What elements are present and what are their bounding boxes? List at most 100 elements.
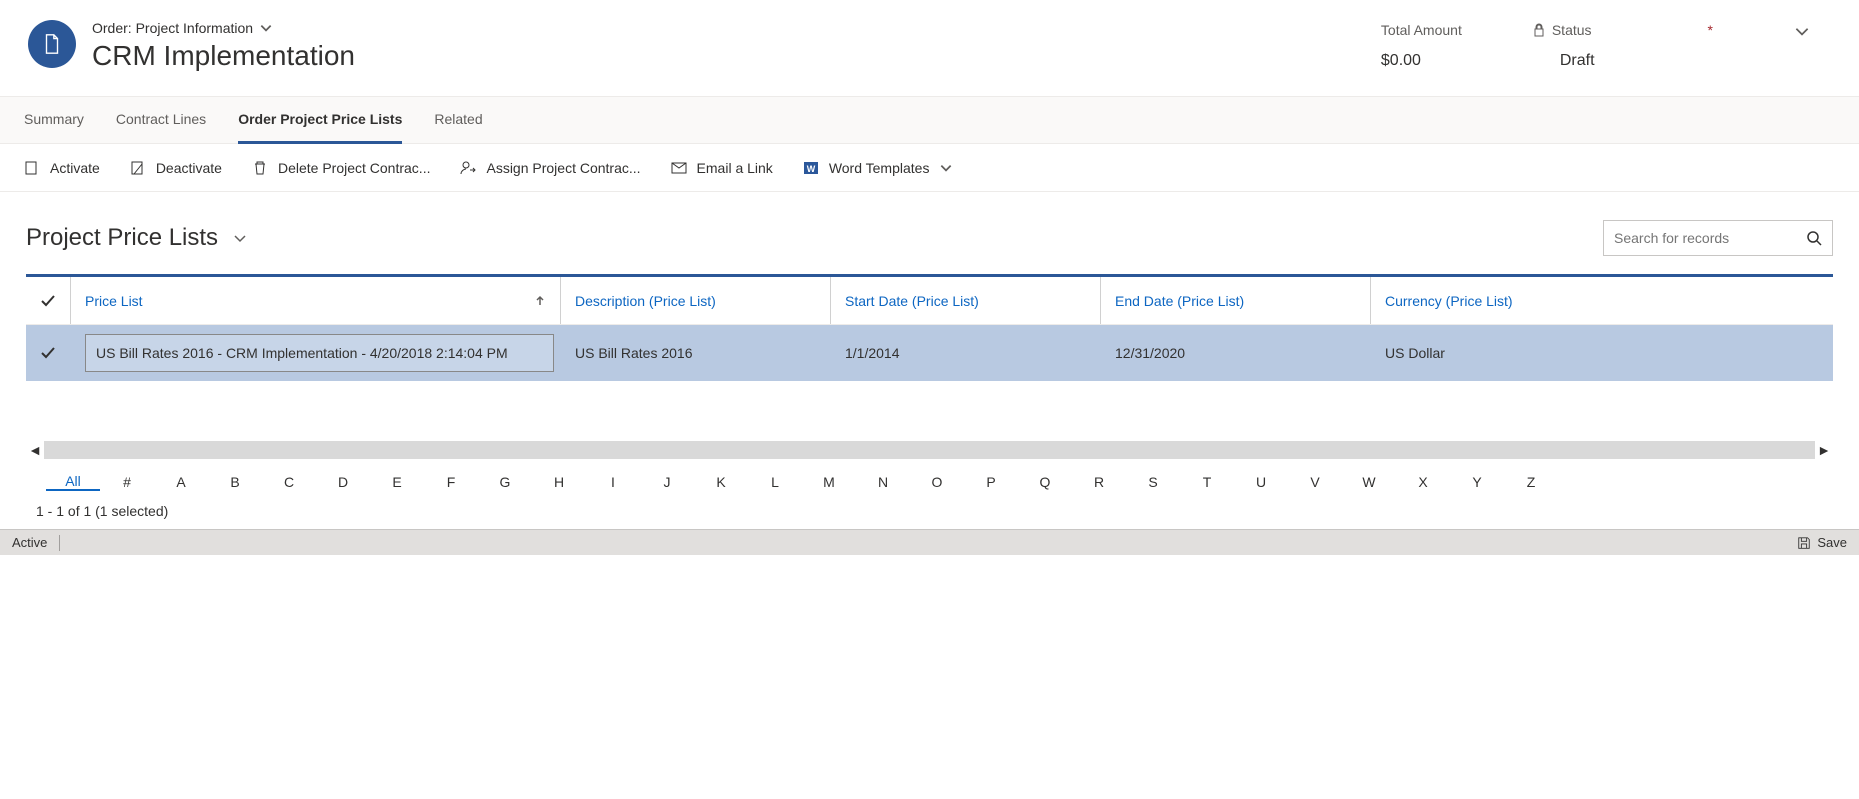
chevron-down-icon [1793, 22, 1811, 40]
alpha-n[interactable]: N [856, 474, 910, 490]
tab-order-project-price-lists[interactable]: Order Project Price Lists [238, 97, 402, 144]
alpha-hash[interactable]: # [100, 474, 154, 490]
column-price-list[interactable]: Price List [70, 277, 560, 324]
search-input[interactable] [1614, 230, 1806, 246]
assign-label: Assign Project Contrac... [486, 160, 640, 176]
alpha-y[interactable]: Y [1450, 474, 1504, 490]
deactivate-icon [130, 160, 146, 176]
email-link-button[interactable]: Email a Link [671, 160, 773, 176]
alpha-g[interactable]: G [478, 474, 532, 490]
deactivate-label: Deactivate [156, 160, 222, 176]
column-price-list-label: Price List [85, 293, 143, 309]
tab-bar: Summary Contract Lines Order Project Pri… [0, 96, 1859, 144]
svg-text:W: W [807, 164, 816, 174]
price-list-grid: Price List Description (Price List) Star… [26, 274, 1833, 529]
status-value: Draft [1532, 52, 1713, 70]
alpha-l[interactable]: L [748, 474, 802, 490]
tab-contract-lines[interactable]: Contract Lines [116, 97, 206, 144]
check-icon [40, 345, 56, 361]
total-amount-label: Total Amount [1381, 22, 1462, 38]
alpha-z[interactable]: Z [1504, 474, 1558, 490]
header-expand-button[interactable] [1793, 22, 1811, 40]
alpha-i[interactable]: I [586, 474, 640, 490]
word-icon: W [803, 160, 819, 176]
breadcrumb[interactable]: Order: Project Information [92, 20, 1381, 36]
grid-header-row: Price List Description (Price List) Star… [26, 277, 1833, 325]
command-bar: Activate Deactivate Delete Project Contr… [0, 144, 1859, 192]
tab-summary[interactable]: Summary [24, 97, 84, 144]
record-header: Order: Project Information CRM Implement… [0, 0, 1859, 96]
activate-button[interactable]: Activate [24, 160, 100, 176]
record-entity-icon [28, 20, 76, 68]
save-icon [1797, 536, 1811, 550]
alpha-q[interactable]: Q [1018, 474, 1072, 490]
header-field-status: Status * Draft [1532, 22, 1713, 70]
trash-icon [252, 160, 268, 176]
activate-icon [24, 160, 40, 176]
alpha-a[interactable]: A [154, 474, 208, 490]
alpha-j[interactable]: J [640, 474, 694, 490]
price-list-cell[interactable]: US Bill Rates 2016 - CRM Implementation … [85, 334, 554, 372]
alpha-b[interactable]: B [208, 474, 262, 490]
scroll-right-arrow-icon[interactable]: ► [1815, 441, 1833, 459]
word-templates-label: Word Templates [829, 160, 930, 176]
alpha-s[interactable]: S [1126, 474, 1180, 490]
column-description[interactable]: Description (Price List) [560, 277, 830, 324]
start-date-cell: 1/1/2014 [845, 345, 900, 361]
scroll-left-arrow-icon[interactable]: ◄ [26, 441, 44, 459]
records-search[interactable] [1603, 220, 1833, 256]
record-state: Active [12, 535, 47, 550]
header-field-total-amount: Total Amount $0.00 [1381, 22, 1462, 70]
word-templates-button[interactable]: W Word Templates [803, 160, 954, 176]
column-currency[interactable]: Currency (Price List) [1370, 277, 1833, 324]
alpha-f[interactable]: F [424, 474, 478, 490]
required-asterisk-icon: * [1708, 22, 1713, 38]
alpha-x[interactable]: X [1396, 474, 1450, 490]
alpha-u[interactable]: U [1234, 474, 1288, 490]
alpha-o[interactable]: O [910, 474, 964, 490]
delete-button[interactable]: Delete Project Contrac... [252, 160, 431, 176]
alpha-m[interactable]: M [802, 474, 856, 490]
chevron-down-icon [259, 21, 273, 35]
status-label: Status [1552, 22, 1592, 38]
deactivate-button[interactable]: Deactivate [130, 160, 222, 176]
end-date-cell: 12/31/2020 [1115, 345, 1185, 361]
alpha-d[interactable]: D [316, 474, 370, 490]
alpha-t[interactable]: T [1180, 474, 1234, 490]
email-icon [671, 160, 687, 176]
lock-icon [1532, 23, 1546, 37]
assign-icon [460, 160, 476, 176]
section-title-text: Project Price Lists [26, 224, 218, 252]
column-description-label: Description (Price List) [575, 293, 716, 309]
currency-cell: US Dollar [1385, 345, 1445, 361]
select-all-checkbox[interactable] [26, 293, 70, 309]
status-bar: Active Save [0, 529, 1859, 555]
save-label: Save [1817, 535, 1847, 550]
description-cell: US Bill Rates 2016 [575, 345, 693, 361]
page-title: CRM Implementation [92, 40, 1381, 72]
tab-related[interactable]: Related [434, 97, 482, 144]
row-checkbox[interactable] [26, 345, 70, 361]
alpha-w[interactable]: W [1342, 474, 1396, 490]
alpha-r[interactable]: R [1072, 474, 1126, 490]
total-amount-value: $0.00 [1381, 52, 1462, 70]
alpha-v[interactable]: V [1288, 474, 1342, 490]
alpha-h[interactable]: H [532, 474, 586, 490]
section-title[interactable]: Project Price Lists [26, 224, 248, 252]
email-label: Email a Link [697, 160, 773, 176]
alpha-e[interactable]: E [370, 474, 424, 490]
column-start-date[interactable]: Start Date (Price List) [830, 277, 1100, 324]
search-icon [1806, 230, 1822, 246]
table-row[interactable]: US Bill Rates 2016 - CRM Implementation … [26, 325, 1833, 381]
scroll-track[interactable] [44, 441, 1815, 459]
save-button[interactable]: Save [1797, 535, 1847, 550]
horizontal-scrollbar[interactable]: ◄ ► [26, 441, 1833, 459]
delete-label: Delete Project Contrac... [278, 160, 431, 176]
alpha-c[interactable]: C [262, 474, 316, 490]
alpha-k[interactable]: K [694, 474, 748, 490]
chevron-down-icon [939, 161, 953, 175]
alpha-p[interactable]: P [964, 474, 1018, 490]
column-end-date[interactable]: End Date (Price List) [1100, 277, 1370, 324]
alpha-all[interactable]: All [46, 473, 100, 491]
assign-button[interactable]: Assign Project Contrac... [460, 160, 640, 176]
